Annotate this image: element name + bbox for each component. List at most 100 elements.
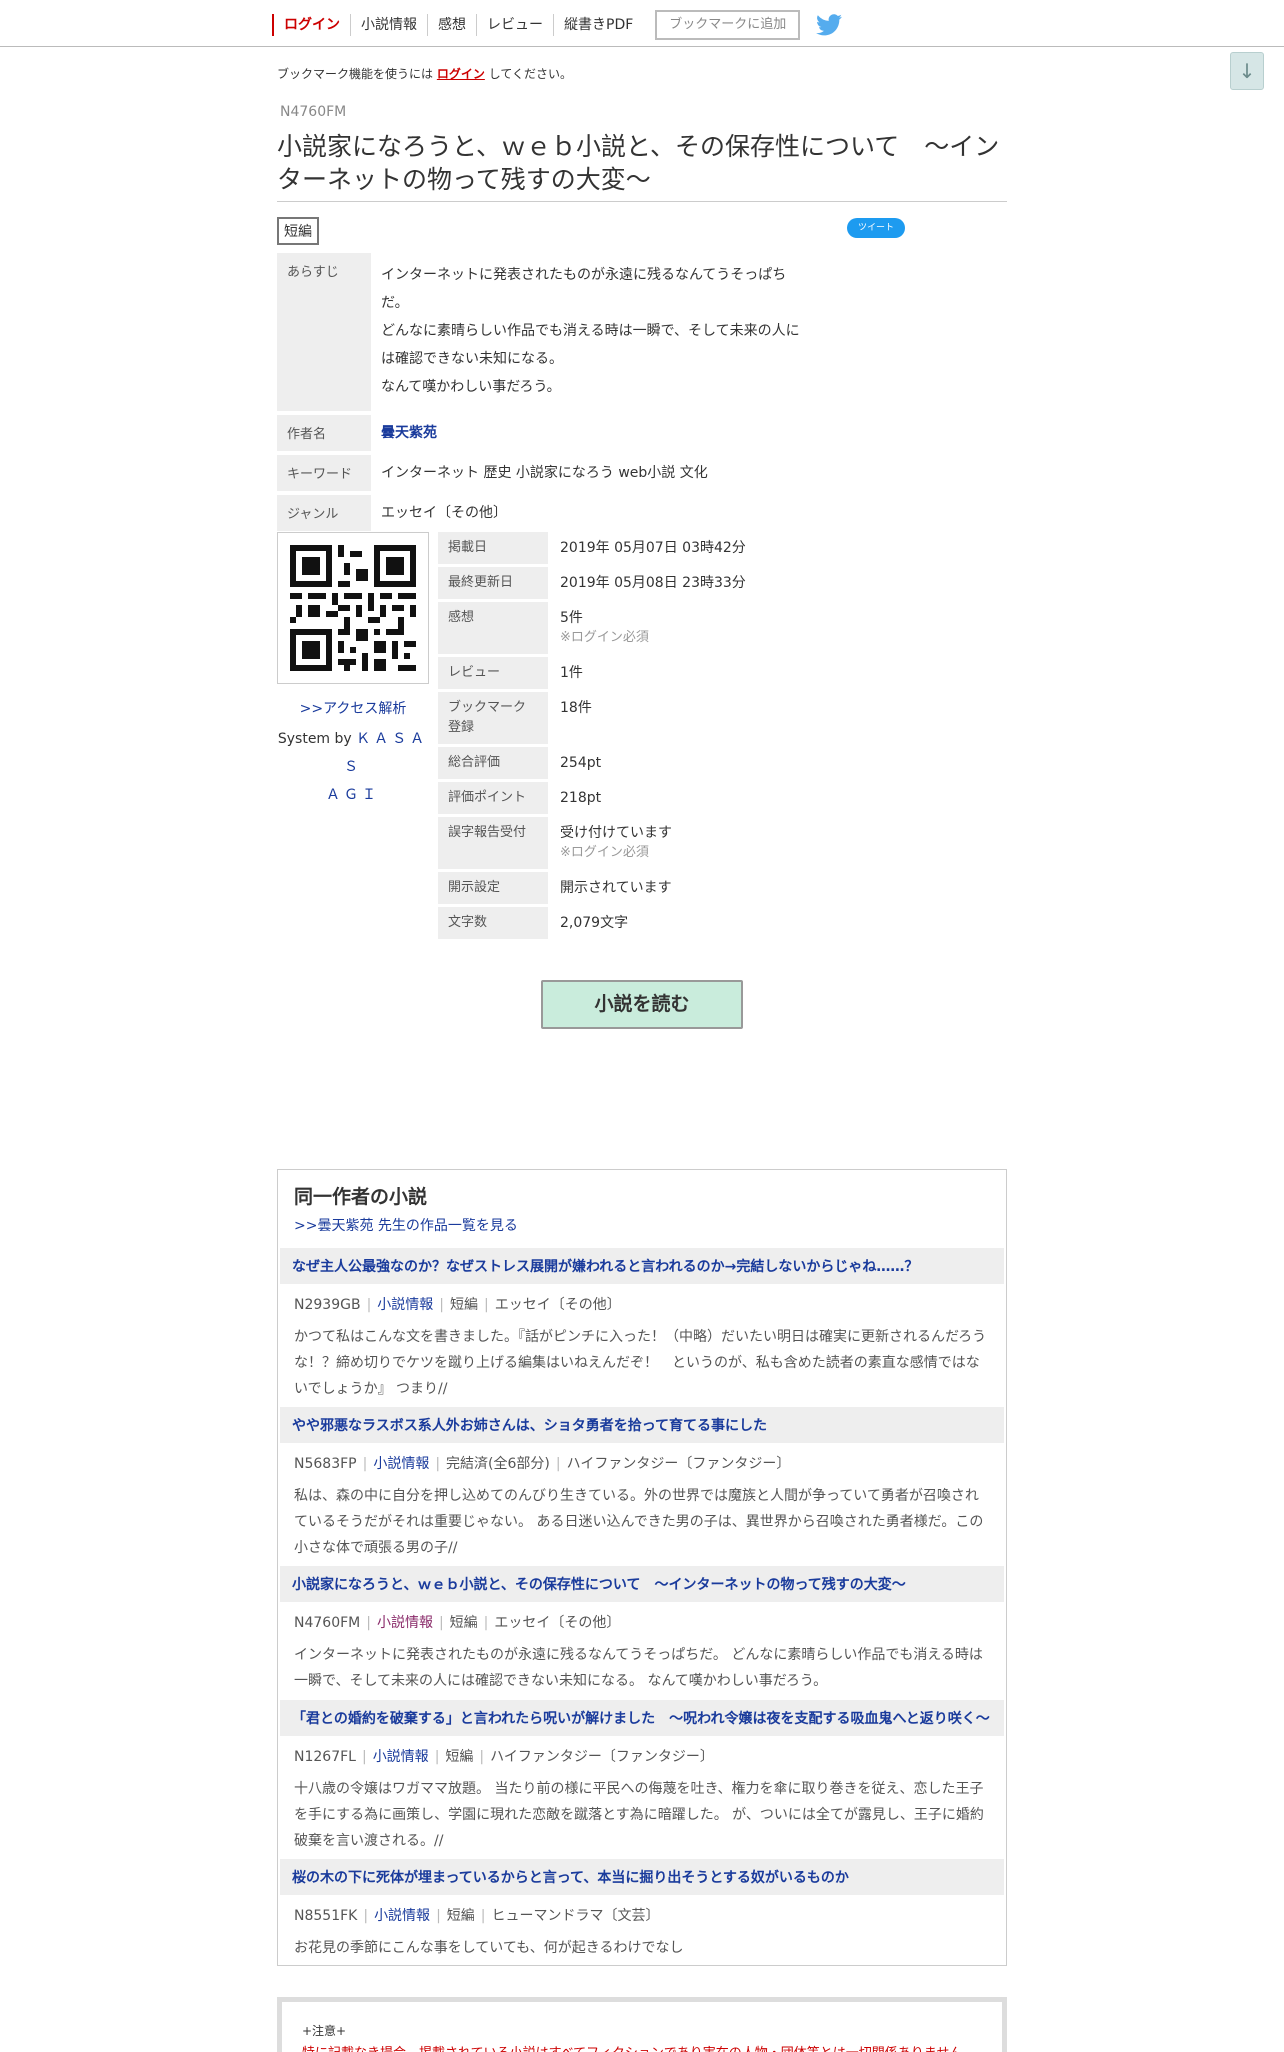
stat-row: 開示設定 開示されています	[438, 872, 858, 904]
novel-item-desc: インターネットに発表されたものが永遠に残るなんてうそっぱちだ。 どんなに素晴らし…	[294, 1647, 983, 1689]
list-item: 桜の木の下に死体が埋まっているからと言って、本当に掘り出そうとする奴がいるものか…	[280, 1859, 1004, 1961]
stat-row: 掲載日 2019年 05月07日 03時42分	[438, 532, 858, 564]
stat-label: 感想	[438, 602, 548, 654]
synopsis-row: あらすじ インターネットに発表されたものが永遠に残るなんてうそっぱち だ。 どん…	[277, 253, 837, 411]
stat-label: 掲載日	[438, 532, 548, 564]
item-info-link[interactable]: 小説情報	[374, 1908, 430, 1924]
synopsis-line: なんて嘆かわしい事だろう。	[381, 379, 561, 395]
stat-label: 総合評価	[438, 747, 548, 779]
genre-value: エッセイ〔その他〕	[381, 505, 507, 521]
item-info-link[interactable]: 小説情報	[377, 1297, 433, 1313]
nav-review[interactable]: レビュー	[476, 14, 553, 36]
item-genre: エッセイ〔その他〕	[494, 1297, 621, 1313]
nav-login[interactable]: ログイン	[272, 14, 350, 36]
item-ncode: N4760FM	[294, 1615, 361, 1631]
item-genre: ハイファンタジー〔ファンタジー〕	[490, 1749, 714, 1765]
scroll-down-button[interactable]: ↓	[1230, 52, 1264, 90]
stat-value: 開示されています	[560, 880, 672, 896]
novel-item-meta: N5683FP | 小説情報 | 完結済(全6部分) | ハイファンタジー〔ファンタジー〕	[294, 1456, 791, 1472]
novel-title: 小説家になろうと、ｗｅｂ小説と、その保存性について 〜インターネットの物って残す…	[277, 132, 1000, 194]
author-works-link[interactable]: >>曇天紫苑 先生の作品一覧を見る	[294, 1215, 518, 1235]
stat-label: ブックマーク登録	[438, 692, 548, 744]
item-info-link[interactable]: 小説情報	[373, 1749, 429, 1765]
novel-info-table: あらすじ インターネットに発表されたものが永遠に残るなんてうそっぱち だ。 どん…	[277, 253, 837, 535]
stat-label: 開示設定	[438, 872, 548, 904]
system-by-label: System by	[277, 731, 352, 747]
novel-item-meta: N1267FL | 小説情報 | 短編 | ハイファンタジー〔ファンタジー〕	[294, 1749, 714, 1765]
item-info-link[interactable]: 小説情報	[377, 1615, 433, 1631]
kasasagi-link-1[interactable]: ＫＡＳＡＳ	[344, 731, 428, 775]
stat-value: 受け付けています ※ログイン必須	[548, 817, 858, 869]
stat-row: ブックマーク登録 18件	[438, 692, 858, 744]
caution-box: +注意+ 特に記載なき場合、掲載されている小説はすべてフィクションであり実在の人…	[277, 1997, 1007, 2052]
same-author-novels: 同一作者の小説 >>曇天紫苑 先生の作品一覧を見る なぜ主人公最強なのか？なぜス…	[277, 1169, 1007, 1966]
synopsis-text: インターネットに発表されたものが永遠に残るなんてうそっぱち だ。 どんなに素晴ら…	[371, 253, 837, 411]
stat-value: 218pt	[560, 790, 602, 806]
kasasagi-link-2[interactable]: ＡＧＩ	[326, 787, 380, 803]
stat-row: 総合評価 254pt	[438, 747, 858, 779]
notice-suffix: してください。	[488, 67, 572, 81]
twitter-icon[interactable]	[816, 14, 843, 36]
caution-text: 特に記載なき場合、掲載されている小説はすべてフィクションであり実在の人物・団体等…	[302, 2042, 975, 2052]
system-by: System by ＫＡＳＡＳ ＡＧＩ	[277, 725, 429, 809]
stat-value: 2,079文字	[560, 915, 629, 931]
nav-impressions[interactable]: 感想	[427, 14, 476, 36]
item-genre: エッセイ〔その他〕	[494, 1615, 621, 1631]
list-item: 「君との婚約を破棄する」と言われたら呪いが解けました 〜呪われ令嬢は夜を支配する…	[280, 1700, 1004, 1854]
stat-label: 文字数	[438, 907, 548, 939]
novel-item-title[interactable]: 「君との婚約を破棄する」と言われたら呪いが解けました 〜呪われ令嬢は夜を支配する…	[280, 1700, 1004, 1736]
same-author-heading: 同一作者の小説	[294, 1186, 428, 1208]
novel-item-meta: N4760FM | 小説情報 | 短編 | エッセイ〔その他〕	[294, 1615, 621, 1631]
tweet-button[interactable]: ツイート	[847, 218, 905, 238]
caution-heading: +注意+	[302, 2024, 347, 2038]
novel-item-title[interactable]: 小説家になろうと、ｗｅｂ小説と、その保存性について 〜インターネットの物って残す…	[280, 1566, 1004, 1602]
stat-label: 最終更新日	[438, 567, 548, 599]
nav-vertical-pdf[interactable]: 縦書きPDF	[553, 14, 643, 36]
synopsis-line: だ。	[381, 295, 409, 311]
stat-value: 2019年 05月08日 23時33分	[560, 575, 746, 591]
stat-label: レビュー	[438, 657, 548, 689]
novel-item-desc: かつて私はこんな文を書きました。『話がピンチに入った！（中略）だいたい明日は確実…	[294, 1329, 987, 1397]
author-row: 作者名 曇天紫苑	[277, 415, 837, 451]
list-item: なぜ主人公最強なのか？なぜストレス展開が嫌われると言われるのか→完結しないからじ…	[280, 1248, 1004, 1402]
novel-item-desc: お花見の季節にこんな事をしていても、何が起きるわけでなし	[294, 1940, 684, 1956]
item-status: 短編	[450, 1297, 478, 1313]
read-novel-button[interactable]: 小説を読む	[541, 980, 743, 1029]
stat-row: 感想 5件 ※ログイン必須	[438, 602, 858, 654]
item-status: 短編	[445, 1749, 474, 1765]
notice-login-link[interactable]: ログイン	[437, 67, 485, 81]
item-info-link[interactable]: 小説情報	[373, 1456, 429, 1472]
author-link[interactable]: 曇天紫苑	[371, 415, 837, 451]
keyword-row: キーワード インターネット 歴史 小説家になろう web小説 文化	[277, 455, 837, 491]
novel-item-title[interactable]: 桜の木の下に死体が埋まっているからと言って、本当に掘り出そうとする奴がいるものか	[280, 1859, 1004, 1895]
item-ncode: N8551FK	[294, 1908, 358, 1924]
access-analysis-link[interactable]: >>アクセス解析	[277, 698, 429, 718]
list-item: やや邪悪なラスボス系人外お姉さんは、ショタ勇者を拾って育てる事にした N5683…	[280, 1407, 1004, 1561]
stat-row: 文字数 2,079文字	[438, 907, 858, 939]
item-genre: ハイファンタジー〔ファンタジー〕	[566, 1456, 791, 1472]
notice-prefix: ブックマーク機能を使うには	[277, 67, 434, 81]
stat-value: 1件	[560, 665, 583, 681]
add-bookmark-button[interactable]: ブックマークに追加	[655, 10, 801, 40]
list-item: 小説家になろうと、ｗｅｂ小説と、その保存性について 〜インターネットの物って残す…	[280, 1566, 1004, 1694]
nav-novel-info[interactable]: 小説情報	[350, 14, 427, 36]
stat-value-text: 受け付けています	[560, 825, 672, 841]
novel-item-title[interactable]: やや邪悪なラスボス系人外お姉さんは、ショタ勇者を拾って育てる事にした	[280, 1407, 1004, 1443]
stat-label: 評価ポイント	[438, 782, 548, 814]
stat-note: ※ログイン必須	[560, 630, 649, 645]
stat-note: ※ログイン必須	[560, 845, 649, 860]
stat-value: 5件 ※ログイン必須	[548, 602, 858, 654]
item-status: 短編	[446, 1908, 475, 1924]
login-notice: ブックマーク機能を使うには ログイン してください。	[277, 65, 572, 82]
item-ncode: N1267FL	[294, 1749, 356, 1765]
item-ncode: N2939GB	[294, 1297, 361, 1313]
stat-value-text: 5件	[560, 610, 583, 626]
header-nav: ログイン 小説情報 感想 レビュー 縦書きPDF ブックマークに追加	[272, 10, 843, 40]
synopsis-label: あらすじ	[277, 253, 371, 411]
novel-item-desc: 私は、森の中に自分を押し込めてのんびり生きている。外の世界では魔族と人間が争って…	[294, 1488, 984, 1556]
genre-label: ジャンル	[277, 495, 371, 531]
stat-value: 2019年 05月07日 03時42分	[560, 540, 746, 556]
novel-code: N4760FM	[280, 104, 347, 120]
novel-type-badge: 短編	[277, 217, 319, 245]
novel-item-title[interactable]: なぜ主人公最強なのか？なぜストレス展開が嫌われると言われるのか→完結しないからじ…	[280, 1248, 1004, 1284]
